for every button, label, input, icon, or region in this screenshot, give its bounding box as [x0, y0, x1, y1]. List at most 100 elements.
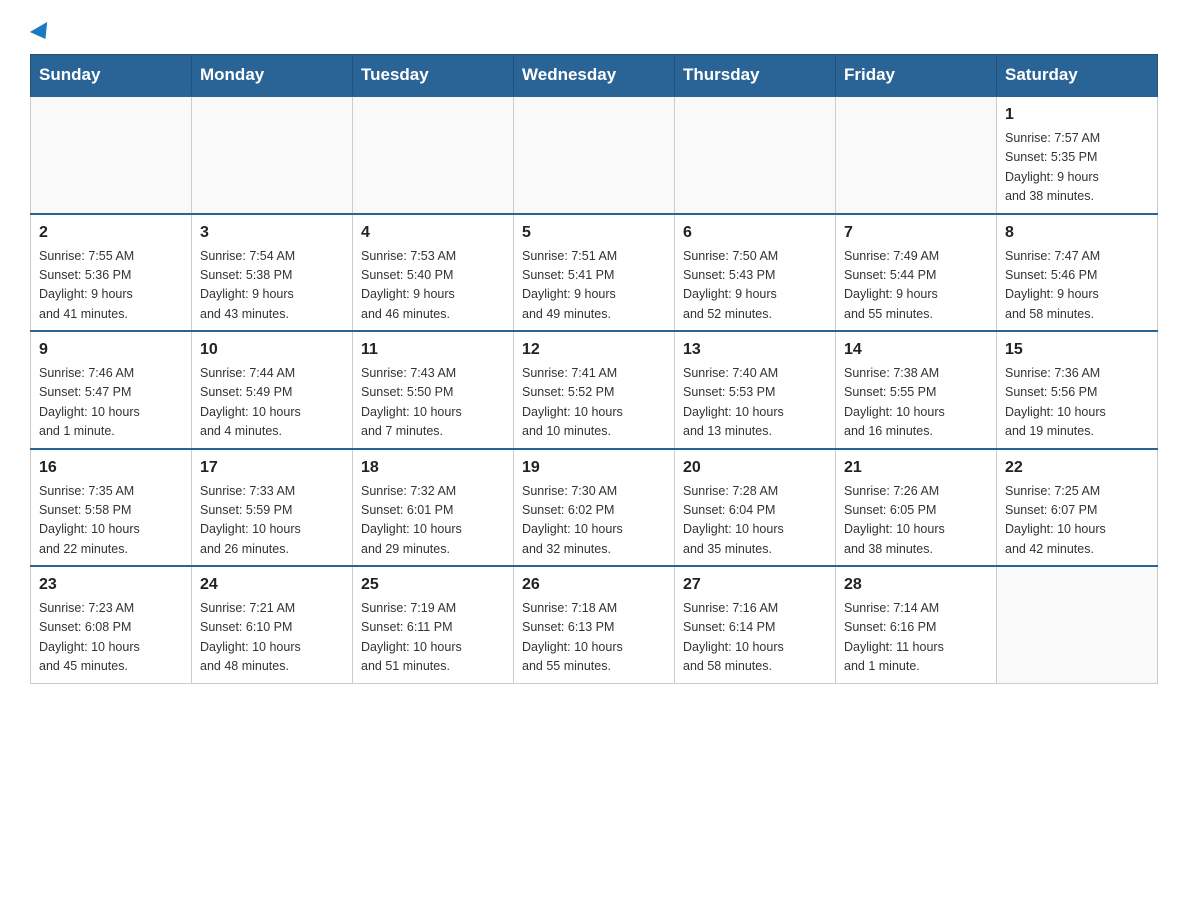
- day-number: 11: [361, 338, 505, 362]
- calendar-cell: 16Sunrise: 7:35 AMSunset: 5:58 PMDayligh…: [31, 449, 192, 567]
- day-info: Sunrise: 7:53 AMSunset: 5:40 PMDaylight:…: [361, 247, 505, 325]
- day-info: Sunrise: 7:44 AMSunset: 5:49 PMDaylight:…: [200, 364, 344, 442]
- calendar-cell: 3Sunrise: 7:54 AMSunset: 5:38 PMDaylight…: [192, 214, 353, 332]
- calendar-cell: 14Sunrise: 7:38 AMSunset: 5:55 PMDayligh…: [836, 331, 997, 449]
- calendar-cell: 26Sunrise: 7:18 AMSunset: 6:13 PMDayligh…: [514, 566, 675, 683]
- calendar-cell: 2Sunrise: 7:55 AMSunset: 5:36 PMDaylight…: [31, 214, 192, 332]
- day-number: 15: [1005, 338, 1149, 362]
- calendar-cell: 6Sunrise: 7:50 AMSunset: 5:43 PMDaylight…: [675, 214, 836, 332]
- calendar-cell: 19Sunrise: 7:30 AMSunset: 6:02 PMDayligh…: [514, 449, 675, 567]
- calendar-cell: [997, 566, 1158, 683]
- calendar-header-monday: Monday: [192, 55, 353, 97]
- day-number: 20: [683, 456, 827, 480]
- day-info: Sunrise: 7:55 AMSunset: 5:36 PMDaylight:…: [39, 247, 183, 325]
- day-info: Sunrise: 7:43 AMSunset: 5:50 PMDaylight:…: [361, 364, 505, 442]
- day-number: 27: [683, 573, 827, 597]
- calendar-table: SundayMondayTuesdayWednesdayThursdayFrid…: [30, 54, 1158, 684]
- day-info: Sunrise: 7:57 AMSunset: 5:35 PMDaylight:…: [1005, 129, 1149, 207]
- day-info: Sunrise: 7:36 AMSunset: 5:56 PMDaylight:…: [1005, 364, 1149, 442]
- day-info: Sunrise: 7:50 AMSunset: 5:43 PMDaylight:…: [683, 247, 827, 325]
- calendar-header-thursday: Thursday: [675, 55, 836, 97]
- day-info: Sunrise: 7:51 AMSunset: 5:41 PMDaylight:…: [522, 247, 666, 325]
- calendar-cell: 17Sunrise: 7:33 AMSunset: 5:59 PMDayligh…: [192, 449, 353, 567]
- day-info: Sunrise: 7:25 AMSunset: 6:07 PMDaylight:…: [1005, 482, 1149, 560]
- calendar-header-tuesday: Tuesday: [353, 55, 514, 97]
- day-number: 21: [844, 456, 988, 480]
- calendar-cell: 13Sunrise: 7:40 AMSunset: 5:53 PMDayligh…: [675, 331, 836, 449]
- day-info: Sunrise: 7:47 AMSunset: 5:46 PMDaylight:…: [1005, 247, 1149, 325]
- logo-triangle-icon: [30, 22, 54, 44]
- day-number: 4: [361, 221, 505, 245]
- calendar-cell: 1Sunrise: 7:57 AMSunset: 5:35 PMDaylight…: [997, 96, 1158, 214]
- day-info: Sunrise: 7:26 AMSunset: 6:05 PMDaylight:…: [844, 482, 988, 560]
- calendar-cell: 10Sunrise: 7:44 AMSunset: 5:49 PMDayligh…: [192, 331, 353, 449]
- calendar-cell: 21Sunrise: 7:26 AMSunset: 6:05 PMDayligh…: [836, 449, 997, 567]
- day-info: Sunrise: 7:16 AMSunset: 6:14 PMDaylight:…: [683, 599, 827, 677]
- logo: [30, 20, 52, 44]
- calendar-cell: 8Sunrise: 7:47 AMSunset: 5:46 PMDaylight…: [997, 214, 1158, 332]
- day-info: Sunrise: 7:35 AMSunset: 5:58 PMDaylight:…: [39, 482, 183, 560]
- day-info: Sunrise: 7:40 AMSunset: 5:53 PMDaylight:…: [683, 364, 827, 442]
- calendar-week-row: 1Sunrise: 7:57 AMSunset: 5:35 PMDaylight…: [31, 96, 1158, 214]
- calendar-cell: 5Sunrise: 7:51 AMSunset: 5:41 PMDaylight…: [514, 214, 675, 332]
- calendar-header-saturday: Saturday: [997, 55, 1158, 97]
- day-number: 23: [39, 573, 183, 597]
- day-info: Sunrise: 7:49 AMSunset: 5:44 PMDaylight:…: [844, 247, 988, 325]
- calendar-header-row: SundayMondayTuesdayWednesdayThursdayFrid…: [31, 55, 1158, 97]
- day-number: 26: [522, 573, 666, 597]
- calendar-cell: 27Sunrise: 7:16 AMSunset: 6:14 PMDayligh…: [675, 566, 836, 683]
- day-info: Sunrise: 7:32 AMSunset: 6:01 PMDaylight:…: [361, 482, 505, 560]
- day-number: 9: [39, 338, 183, 362]
- day-number: 17: [200, 456, 344, 480]
- day-info: Sunrise: 7:33 AMSunset: 5:59 PMDaylight:…: [200, 482, 344, 560]
- calendar-header-wednesday: Wednesday: [514, 55, 675, 97]
- calendar-cell: 18Sunrise: 7:32 AMSunset: 6:01 PMDayligh…: [353, 449, 514, 567]
- day-number: 7: [844, 221, 988, 245]
- day-number: 25: [361, 573, 505, 597]
- day-number: 6: [683, 221, 827, 245]
- day-number: 28: [844, 573, 988, 597]
- calendar-cell: [836, 96, 997, 214]
- calendar-cell: 28Sunrise: 7:14 AMSunset: 6:16 PMDayligh…: [836, 566, 997, 683]
- day-number: 8: [1005, 221, 1149, 245]
- calendar-week-row: 16Sunrise: 7:35 AMSunset: 5:58 PMDayligh…: [31, 449, 1158, 567]
- day-number: 13: [683, 338, 827, 362]
- calendar-cell: 15Sunrise: 7:36 AMSunset: 5:56 PMDayligh…: [997, 331, 1158, 449]
- calendar-cell: 20Sunrise: 7:28 AMSunset: 6:04 PMDayligh…: [675, 449, 836, 567]
- calendar-cell: [353, 96, 514, 214]
- day-number: 1: [1005, 103, 1149, 127]
- day-info: Sunrise: 7:21 AMSunset: 6:10 PMDaylight:…: [200, 599, 344, 677]
- day-number: 3: [200, 221, 344, 245]
- calendar-cell: 25Sunrise: 7:19 AMSunset: 6:11 PMDayligh…: [353, 566, 514, 683]
- day-info: Sunrise: 7:46 AMSunset: 5:47 PMDaylight:…: [39, 364, 183, 442]
- page-header: [30, 20, 1158, 44]
- day-number: 14: [844, 338, 988, 362]
- day-number: 24: [200, 573, 344, 597]
- calendar-cell: 12Sunrise: 7:41 AMSunset: 5:52 PMDayligh…: [514, 331, 675, 449]
- day-info: Sunrise: 7:14 AMSunset: 6:16 PMDaylight:…: [844, 599, 988, 677]
- calendar-header-sunday: Sunday: [31, 55, 192, 97]
- calendar-cell: 11Sunrise: 7:43 AMSunset: 5:50 PMDayligh…: [353, 331, 514, 449]
- calendar-cell: 22Sunrise: 7:25 AMSunset: 6:07 PMDayligh…: [997, 449, 1158, 567]
- day-number: 2: [39, 221, 183, 245]
- day-info: Sunrise: 7:38 AMSunset: 5:55 PMDaylight:…: [844, 364, 988, 442]
- day-number: 5: [522, 221, 666, 245]
- calendar-cell: 24Sunrise: 7:21 AMSunset: 6:10 PMDayligh…: [192, 566, 353, 683]
- calendar-cell: 7Sunrise: 7:49 AMSunset: 5:44 PMDaylight…: [836, 214, 997, 332]
- day-info: Sunrise: 7:41 AMSunset: 5:52 PMDaylight:…: [522, 364, 666, 442]
- day-number: 18: [361, 456, 505, 480]
- calendar-week-row: 2Sunrise: 7:55 AMSunset: 5:36 PMDaylight…: [31, 214, 1158, 332]
- calendar-cell: [675, 96, 836, 214]
- day-number: 10: [200, 338, 344, 362]
- calendar-cell: 4Sunrise: 7:53 AMSunset: 5:40 PMDaylight…: [353, 214, 514, 332]
- day-number: 12: [522, 338, 666, 362]
- calendar-header-friday: Friday: [836, 55, 997, 97]
- calendar-week-row: 23Sunrise: 7:23 AMSunset: 6:08 PMDayligh…: [31, 566, 1158, 683]
- calendar-cell: [514, 96, 675, 214]
- day-number: 22: [1005, 456, 1149, 480]
- day-info: Sunrise: 7:28 AMSunset: 6:04 PMDaylight:…: [683, 482, 827, 560]
- calendar-cell: [31, 96, 192, 214]
- day-info: Sunrise: 7:30 AMSunset: 6:02 PMDaylight:…: [522, 482, 666, 560]
- calendar-week-row: 9Sunrise: 7:46 AMSunset: 5:47 PMDaylight…: [31, 331, 1158, 449]
- day-info: Sunrise: 7:54 AMSunset: 5:38 PMDaylight:…: [200, 247, 344, 325]
